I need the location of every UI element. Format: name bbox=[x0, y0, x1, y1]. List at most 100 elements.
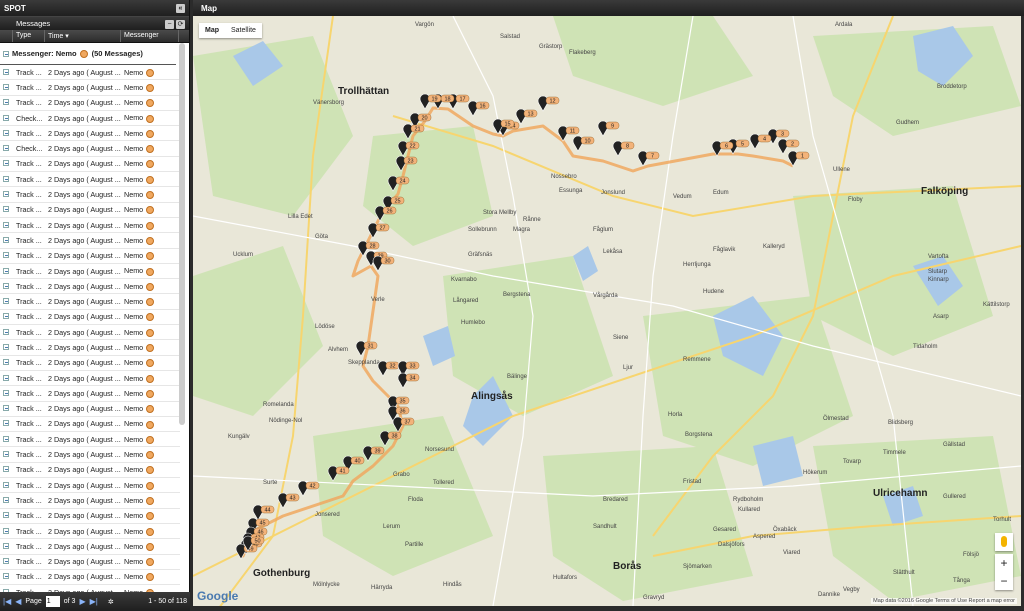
expand-row-icon[interactable] bbox=[0, 282, 13, 291]
table-row[interactable]: Track ...2 Days ago ( August ...Nemo bbox=[0, 80, 180, 96]
page-input[interactable] bbox=[45, 596, 60, 607]
table-row[interactable]: Track ...2 Days ago ( August ...Nemo bbox=[0, 65, 180, 81]
table-row[interactable]: Track ...2 Days ago ( August ...Nemo bbox=[0, 539, 180, 555]
expand-row-icon[interactable] bbox=[0, 374, 13, 383]
expand-row-icon[interactable] bbox=[0, 297, 13, 306]
refresh-list-icon[interactable]: ✲ bbox=[108, 598, 114, 606]
expand-row-icon[interactable] bbox=[0, 450, 13, 459]
table-row[interactable]: Track ...2 Days ago ( August ...Nemo bbox=[0, 279, 180, 295]
expand-row-icon[interactable] bbox=[0, 267, 13, 276]
expand-row-icon[interactable] bbox=[0, 542, 13, 551]
last-page-icon[interactable]: ▶| bbox=[90, 597, 98, 606]
expand-row-icon[interactable] bbox=[0, 205, 13, 214]
table-row[interactable]: Track ...2 Days ago ( August ...Nemo bbox=[0, 218, 180, 234]
map-type-satellite[interactable]: Satellite bbox=[225, 23, 262, 38]
expand-row-icon[interactable] bbox=[0, 557, 13, 566]
expand-row-icon[interactable] bbox=[0, 251, 13, 260]
track-marker[interactable]: 34 bbox=[397, 372, 420, 389]
expand-row-icon[interactable] bbox=[0, 496, 13, 505]
table-row[interactable]: Track ...2 Days ago ( August ...Nemo bbox=[0, 402, 180, 417]
expand-row-icon[interactable] bbox=[0, 572, 13, 581]
list-scrollbar[interactable] bbox=[179, 43, 185, 425]
table-row[interactable]: Track ...2 Days ago ( August ...Nemo bbox=[0, 325, 180, 341]
expand-row-icon[interactable] bbox=[0, 144, 13, 153]
prev-page-icon[interactable]: ◀ bbox=[15, 597, 21, 606]
track-marker[interactable]: 9 bbox=[597, 120, 620, 137]
track-marker[interactable]: 32 bbox=[377, 360, 400, 377]
table-row[interactable]: Track ...2 Days ago ( August ...Nemo bbox=[0, 478, 180, 494]
table-row[interactable]: Track ...2 Days ago ( August ...Nemo bbox=[0, 417, 180, 433]
table-row[interactable]: Track ...2 Days ago ( August ...Nemo bbox=[0, 585, 180, 592]
table-row[interactable]: Track ...2 Days ago ( August ...Nemo bbox=[0, 463, 180, 479]
table-row[interactable]: Track ...2 Days ago ( August ...Nemo bbox=[0, 157, 180, 173]
track-marker[interactable]: 16 bbox=[467, 100, 490, 117]
table-row[interactable]: Track ...2 Days ago ( August ...Nemo bbox=[0, 524, 180, 540]
expand-row-icon[interactable] bbox=[0, 129, 13, 138]
track-marker[interactable]: 43 bbox=[277, 492, 300, 509]
track-marker[interactable]: 8 bbox=[612, 140, 635, 157]
map-svg[interactable]: Vargön Trollhättan Vänersborg Grästorp Flake… bbox=[193, 16, 1021, 606]
collapse-sidebar-icon[interactable]: « bbox=[176, 3, 185, 13]
table-row[interactable]: Track ...2 Days ago ( August ...Nemo bbox=[0, 570, 180, 586]
expand-row-icon[interactable] bbox=[0, 114, 13, 123]
track-marker[interactable]: 10 bbox=[572, 135, 595, 152]
track-marker[interactable]: 42 bbox=[297, 480, 320, 497]
expand-row-icon[interactable] bbox=[0, 389, 13, 398]
expand-row-icon[interactable] bbox=[0, 312, 13, 321]
expand-row-icon[interactable] bbox=[0, 527, 13, 536]
table-row[interactable]: Track ...2 Days ago ( August ...Nemo bbox=[0, 294, 180, 310]
zoom-out-button[interactable]: − bbox=[995, 572, 1013, 590]
table-row[interactable]: Track ...2 Days ago ( August ...Nemo bbox=[0, 126, 180, 142]
table-row[interactable]: Track ...2 Days ago ( August ...Nemo bbox=[0, 249, 180, 264]
expand-row-icon[interactable] bbox=[0, 404, 13, 413]
expand-row-icon[interactable] bbox=[0, 98, 13, 107]
expand-row-icon[interactable] bbox=[0, 190, 13, 199]
map-canvas[interactable]: Vargön Trollhättan Vänersborg Grästorp Flake… bbox=[193, 16, 1021, 606]
track-marker[interactable]: 12 bbox=[537, 95, 560, 112]
expand-row-icon[interactable] bbox=[0, 465, 13, 474]
table-row[interactable]: Track ...2 Days ago ( August ...Nemo bbox=[0, 340, 180, 356]
table-row[interactable]: Track ...2 Days ago ( August ...Nemo bbox=[0, 386, 180, 402]
table-row[interactable]: Track ...2 Days ago ( August ...Nemo bbox=[0, 356, 180, 371]
table-row[interactable]: Check... 2 Days ago ( August ... Nemo bbox=[0, 141, 180, 157]
expand-row-icon[interactable] bbox=[0, 236, 13, 245]
first-page-icon[interactable]: |◀ bbox=[3, 597, 11, 606]
track-marker[interactable]: 44 bbox=[252, 504, 275, 521]
table-row[interactable]: Track ...2 Days ago ( August ...Nemo bbox=[0, 432, 180, 448]
table-row[interactable]: Track ...2 Days ago ( August ...Nemo bbox=[0, 203, 180, 218]
expand-row-icon[interactable] bbox=[0, 481, 13, 490]
track-marker[interactable]: 13 bbox=[515, 108, 538, 125]
table-row[interactable]: Track ...2 Days ago ( August ...Nemo bbox=[0, 509, 180, 524]
expand-row-icon[interactable] bbox=[0, 435, 13, 444]
column-time[interactable]: Time ▾ bbox=[45, 30, 121, 42]
zoom-in-button[interactable]: + bbox=[995, 554, 1013, 572]
expand-row-icon[interactable] bbox=[0, 343, 13, 352]
map-type-map[interactable]: Map bbox=[199, 23, 225, 38]
table-row[interactable]: Track ...2 Days ago ( August ...Nemo bbox=[0, 264, 180, 280]
table-row[interactable]: Check... 2 Days ago ( August ... Nemo bbox=[0, 111, 180, 127]
track-marker[interactable]: 4 bbox=[749, 133, 772, 150]
column-type[interactable]: Type bbox=[13, 30, 45, 42]
column-messenger[interactable]: Messenger bbox=[121, 30, 179, 42]
table-row[interactable]: Track ...2 Days ago ( August ...Nemo bbox=[0, 172, 180, 188]
expand-row-icon[interactable] bbox=[0, 175, 13, 184]
expand-row-icon[interactable] bbox=[0, 221, 13, 230]
expand-row-icon[interactable] bbox=[0, 419, 13, 428]
table-row[interactable]: Track ...2 Days ago ( August ...Nemo bbox=[0, 233, 180, 249]
expand-row-icon[interactable] bbox=[0, 159, 13, 168]
table-row[interactable]: Track ...2 Days ago ( August ...Nemo bbox=[0, 555, 180, 570]
expand-row-icon[interactable] bbox=[0, 358, 13, 367]
expand-row-icon[interactable] bbox=[0, 68, 13, 77]
expand-row-icon[interactable] bbox=[0, 511, 13, 520]
table-row[interactable]: Track ...2 Days ago ( August ...Nemo bbox=[0, 96, 180, 111]
refresh-icon[interactable]: ⟳ bbox=[176, 19, 185, 29]
minimize-icon[interactable]: − bbox=[165, 19, 174, 29]
table-row[interactable]: Track ...2 Days ago ( August ...Nemo bbox=[0, 493, 180, 509]
messenger-group[interactable]: Messenger: Nemo (50 Messages) bbox=[0, 43, 176, 65]
street-view-pegman-icon[interactable] bbox=[995, 533, 1013, 551]
expand-row-icon[interactable] bbox=[0, 328, 13, 337]
collapse-group-icon[interactable] bbox=[3, 50, 9, 57]
expand-row-icon[interactable] bbox=[0, 83, 13, 92]
track-marker[interactable]: 30 bbox=[372, 255, 395, 272]
table-row[interactable]: Track ...2 Days ago ( August ...Nemo bbox=[0, 310, 180, 326]
